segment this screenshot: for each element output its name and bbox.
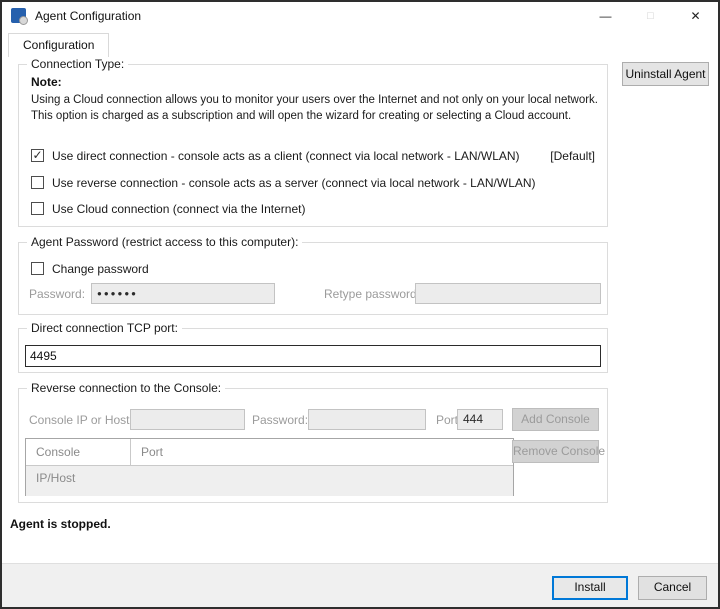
agent-password-group-label: Agent Password (restrict access to this … bbox=[27, 235, 302, 249]
close-icon[interactable]: ✕ bbox=[673, 2, 718, 30]
maximize-icon: □ bbox=[628, 2, 673, 30]
cancel-button[interactable]: Cancel bbox=[638, 576, 707, 600]
remove-console-button: Remove Console bbox=[512, 440, 599, 463]
console-ip-field bbox=[130, 409, 245, 430]
console-table-col-port: Port bbox=[131, 439, 173, 465]
note-text: Using a Cloud connection allows you to m… bbox=[31, 92, 601, 124]
console-table[interactable]: Console IP/Host Port bbox=[25, 438, 514, 496]
cloud-connection-label: Use Cloud connection (connect via the In… bbox=[52, 202, 305, 216]
console-password-label: Password: bbox=[252, 413, 308, 427]
tab-strip: Configuration bbox=[2, 30, 718, 57]
tab-configuration[interactable]: Configuration bbox=[8, 33, 109, 57]
title-bar: Agent Configuration — □ ✕ bbox=[2, 2, 718, 30]
option-cloud-connection[interactable]: Use Cloud connection (connect via the In… bbox=[31, 200, 595, 217]
console-ip-label: Console IP or Host: bbox=[29, 413, 133, 427]
install-button[interactable]: Install bbox=[552, 576, 628, 600]
agent-status-text: Agent is stopped. bbox=[10, 517, 111, 531]
direct-connection-checkbox[interactable]: ✓ bbox=[31, 149, 44, 162]
reverse-connection-group: Reverse connection to the Console: Conso… bbox=[18, 388, 608, 503]
tcp-port-field[interactable]: 4495 bbox=[25, 345, 601, 367]
retype-password-field bbox=[415, 283, 601, 304]
reverse-connection-checkbox[interactable] bbox=[31, 176, 44, 189]
agent-configuration-window: Agent Configuration — □ ✕ Configuration … bbox=[0, 0, 720, 609]
console-table-col-ip-host: Console IP/Host bbox=[26, 439, 131, 465]
reverse-connection-group-label: Reverse connection to the Console: bbox=[27, 381, 225, 395]
connection-type-group: Connection Type: Note: Using a Cloud con… bbox=[18, 64, 608, 227]
connection-type-group-label: Connection Type: bbox=[27, 57, 128, 71]
option-direct-connection[interactable]: ✓ Use direct connection - console acts a… bbox=[31, 147, 595, 164]
clock-icon bbox=[19, 16, 28, 25]
reverse-connection-label: Use reverse connection - console acts as… bbox=[52, 176, 536, 190]
note-title: Note: bbox=[31, 75, 62, 89]
agent-password-group: Agent Password (restrict access to this … bbox=[18, 242, 608, 315]
tab-configuration-label: Configuration bbox=[23, 38, 94, 52]
password-field: ●●●●●● bbox=[91, 283, 275, 304]
direct-connection-label: Use direct connection - console acts as … bbox=[52, 149, 520, 163]
console-port-field: 444 bbox=[457, 409, 503, 430]
password-label: Password: bbox=[29, 287, 85, 301]
console-table-body bbox=[26, 466, 513, 496]
change-password-option[interactable]: Change password bbox=[31, 260, 149, 277]
default-tag: [Default] bbox=[550, 149, 595, 163]
option-reverse-connection[interactable]: Use reverse connection - console acts as… bbox=[31, 174, 595, 191]
window-title: Agent Configuration bbox=[35, 2, 141, 30]
retype-password-label: Retype password: bbox=[324, 287, 420, 301]
uninstall-agent-button[interactable]: Uninstall Agent bbox=[622, 62, 709, 86]
tcp-port-group: Direct connection TCP port: 4495 bbox=[18, 328, 608, 373]
add-console-button: Add Console bbox=[512, 408, 599, 431]
tcp-port-group-label: Direct connection TCP port: bbox=[27, 321, 182, 335]
app-icon bbox=[11, 8, 26, 23]
minimize-icon[interactable]: — bbox=[583, 2, 628, 30]
console-table-header: Console IP/Host Port bbox=[26, 439, 513, 466]
change-password-checkbox[interactable] bbox=[31, 262, 44, 275]
cloud-connection-checkbox[interactable] bbox=[31, 202, 44, 215]
console-password-field bbox=[308, 409, 426, 430]
window-controls: — □ ✕ bbox=[583, 2, 718, 30]
change-password-label: Change password bbox=[52, 262, 149, 276]
